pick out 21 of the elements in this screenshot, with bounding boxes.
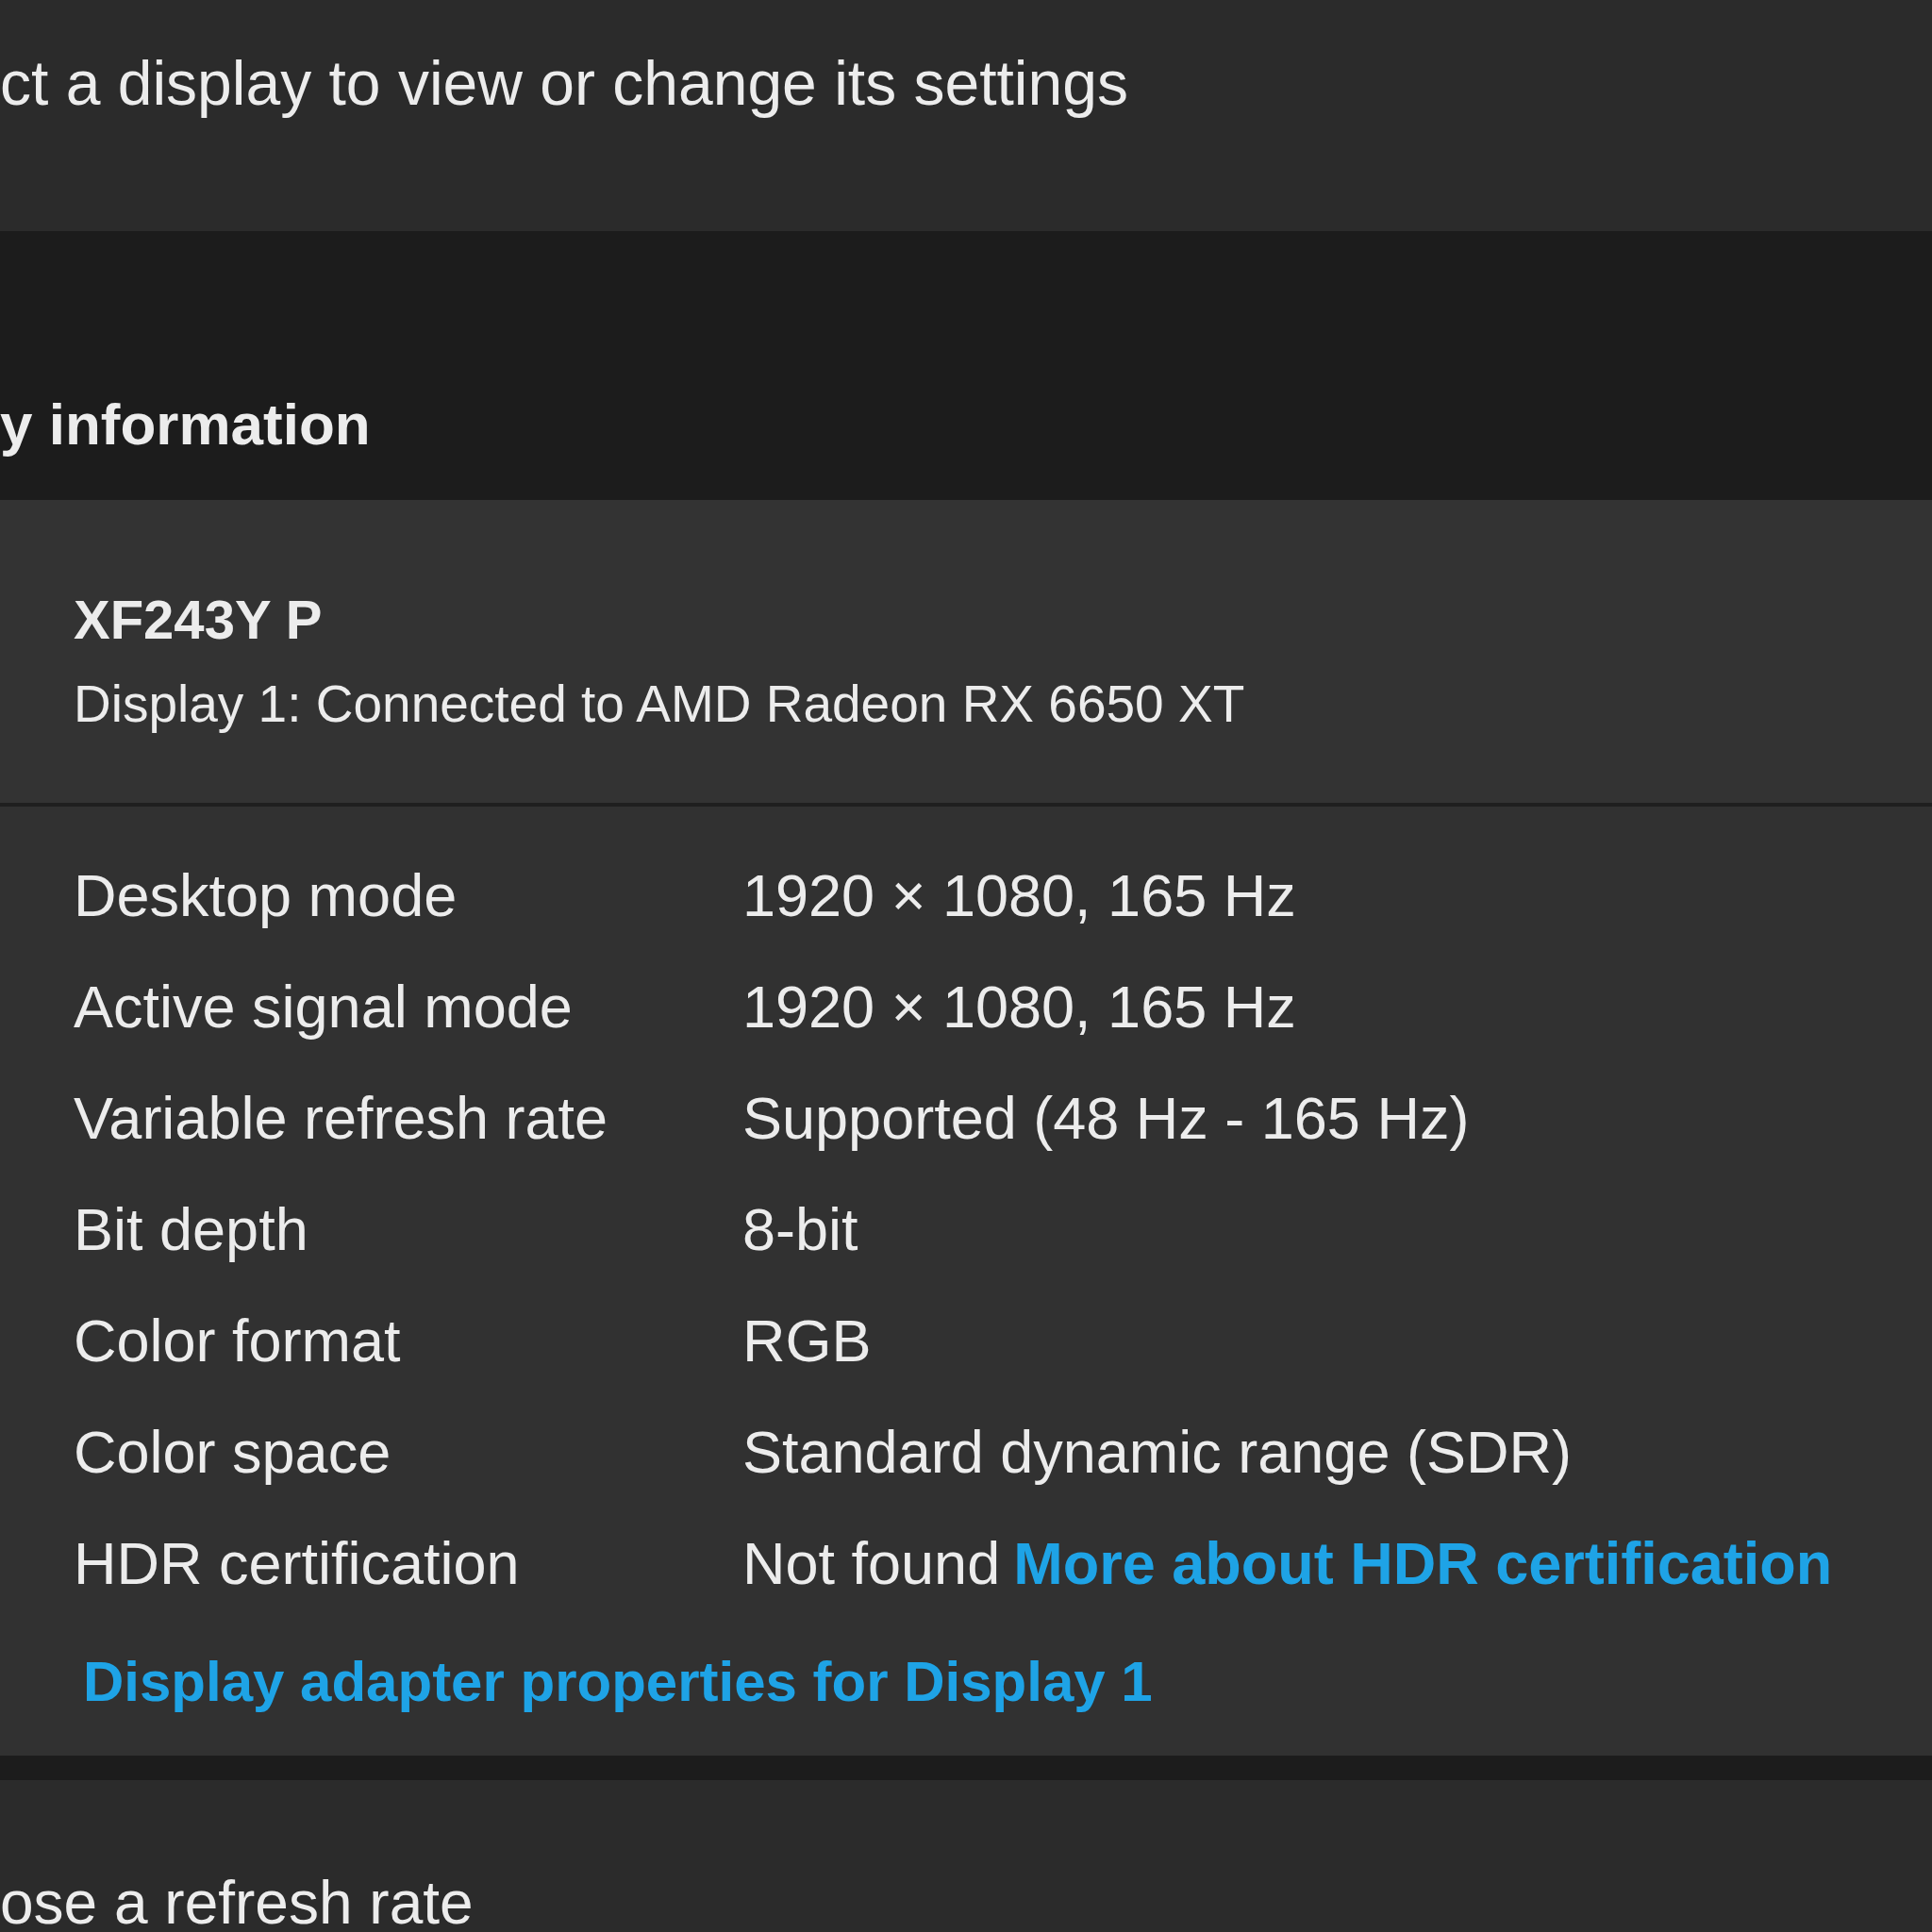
monitor-name: XF243Y P <box>74 588 323 652</box>
hdr-info-link[interactable]: More about HDR certification <box>1013 1528 1833 1598</box>
property-label: Variable refresh rate <box>74 1084 609 1153</box>
property-value: Supported (48 Hz - 165 Hz) <box>742 1084 1470 1153</box>
property-label: Bit depth <box>74 1195 309 1264</box>
property-value: 1920 × 1080, 165 Hz <box>742 973 1296 1041</box>
property-label: Color format <box>74 1307 402 1375</box>
property-value: 1920 × 1080, 165 Hz <box>742 861 1296 930</box>
property-label: Desktop mode <box>74 861 458 930</box>
property-label: HDR certification <box>74 1529 521 1598</box>
section-heading: ose a refresh rate <box>0 1868 474 1932</box>
property-value: Not found <box>742 1529 1001 1598</box>
property-value: 8-bit <box>742 1195 858 1264</box>
property-value: RGB <box>742 1307 872 1375</box>
property-label: Active signal mode <box>74 973 574 1041</box>
section-heading: y information <box>0 391 371 458</box>
adapter-properties-link[interactable]: Display adapter properties for Display 1 <box>83 1647 1153 1717</box>
connection-text: Display 1: Connected to AMD Radeon RX 6650 XT <box>74 674 1245 734</box>
instruction-text: ct a display to view or change its settings <box>0 47 1128 120</box>
property-value: Standard dynamic range (SDR) <box>742 1418 1572 1487</box>
property-label: Color space <box>74 1418 392 1487</box>
